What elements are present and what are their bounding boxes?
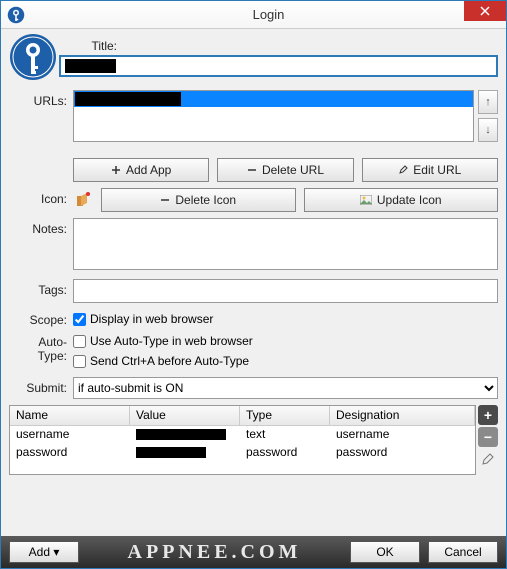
autotype-label: Auto-Type: [9, 331, 73, 371]
pencil-icon [398, 165, 408, 175]
title-input[interactable] [59, 55, 498, 77]
update-icon-button[interactable]: Update Icon [304, 188, 499, 212]
table-header: Name Value Type Designation [10, 406, 475, 426]
add-app-button[interactable]: Add App [73, 158, 209, 182]
window-title: Login [31, 7, 506, 22]
urls-label: URLs: [9, 90, 73, 146]
edit-url-button[interactable]: Edit URL [362, 158, 498, 182]
col-name: Name [10, 406, 130, 425]
app-icon [7, 6, 25, 24]
login-window: Login Title: URLs: [0, 0, 507, 569]
col-value: Value [130, 406, 240, 425]
table-row[interactable]: username text username [10, 426, 475, 444]
add-field-button[interactable]: + [478, 405, 498, 425]
autotype-ctrla-label: Send Ctrl+A before Auto-Type [90, 354, 249, 368]
delete-field-button[interactable]: − [478, 427, 498, 447]
url-move-down-button[interactable]: ↓ [478, 118, 498, 142]
scope-display-label: Display in web browser [90, 312, 213, 326]
notes-label: Notes: [9, 218, 73, 273]
submit-select[interactable]: if auto-submit is ON [73, 377, 498, 399]
col-designation: Designation [330, 406, 475, 425]
url-move-up-button[interactable]: ↑ [478, 90, 498, 114]
pencil-icon [481, 452, 495, 466]
title-label: Title: [59, 35, 123, 53]
delete-url-button[interactable]: Delete URL [217, 158, 353, 182]
icon-label: Icon: [9, 188, 73, 212]
minus-icon: − [484, 429, 492, 445]
plus-icon: + [484, 407, 492, 423]
autotype-ctrla-checkbox[interactable] [73, 355, 86, 368]
submit-label: Submit: [9, 377, 73, 399]
footer-bar: Add ▾ APPNEE.COM OK Cancel [1, 536, 506, 568]
arrow-up-icon: ↑ [485, 96, 491, 108]
content-area: Title: URLs: ↑ ↓ [1, 29, 506, 536]
autotype-use-label: Use Auto-Type in web browser [90, 334, 253, 348]
add-menu-button[interactable]: Add ▾ [9, 541, 79, 563]
minus-icon [247, 165, 257, 175]
redacted-value [136, 447, 206, 458]
fields-table[interactable]: Name Value Type Designation username tex… [9, 405, 476, 475]
table-row[interactable]: password password password [10, 444, 475, 462]
minus-icon [160, 195, 170, 205]
notes-textarea[interactable] [73, 218, 498, 270]
icon-preview [73, 190, 93, 210]
scope-display-checkbox[interactable] [73, 313, 86, 326]
ok-button[interactable]: OK [350, 541, 420, 563]
col-type: Type [240, 406, 330, 425]
tags-label: Tags: [9, 279, 73, 303]
url-text-redacted [75, 92, 181, 106]
scope-label: Scope: [9, 309, 73, 329]
delete-icon-button[interactable]: Delete Icon [101, 188, 296, 212]
logo [9, 29, 59, 84]
watermark: APPNEE.COM [87, 541, 342, 564]
autotype-use-checkbox[interactable] [73, 335, 86, 348]
arrow-down-icon: ↓ [485, 124, 491, 136]
plus-icon [111, 165, 121, 175]
titlebar: Login [1, 1, 506, 29]
tags-input[interactable] [73, 279, 498, 303]
close-button[interactable] [464, 1, 506, 21]
close-icon [480, 6, 490, 16]
redacted-value [136, 429, 226, 440]
edit-field-button[interactable] [478, 449, 498, 469]
urls-listbox[interactable] [73, 90, 474, 142]
cancel-button[interactable]: Cancel [428, 541, 498, 563]
image-icon [360, 195, 372, 205]
